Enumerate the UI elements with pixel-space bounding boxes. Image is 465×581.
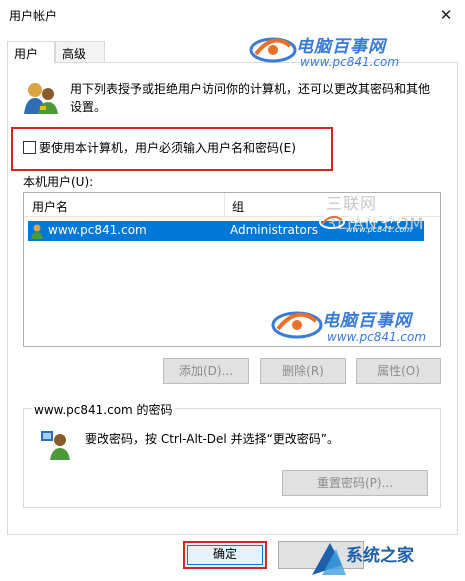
column-divider[interactable] [224, 193, 225, 217]
remove-button[interactable]: 删除(R) [260, 358, 346, 384]
require-login-label[interactable]: 要使用本计算机，用户必须输入用户名和密码(E) [39, 139, 296, 156]
watermark-xitong: 系统之家 [346, 546, 414, 566]
users-list-label: 本机用户(U): [23, 175, 94, 189]
tab-users-label: 用户 [14, 47, 39, 61]
pc841-logo-icon-2 [271, 311, 323, 339]
tab-users[interactable]: 用户 [7, 41, 55, 64]
pc841-small-logo-icon [319, 215, 345, 229]
reset-password-button[interactable]: 重置密码(P)... [282, 470, 428, 496]
properties-button[interactable]: 属性(O) [356, 358, 441, 384]
user-password-icon [41, 431, 70, 460]
description-text: 用下列表授予或拒绝用户访问你的计算机，还可以更改其密码和其他设置。 [70, 82, 431, 114]
window-title: 用户帐户 [9, 9, 58, 23]
pc841-logo-icon [249, 37, 297, 63]
title-bar: 用户帐户 ✕ [0, 0, 465, 32]
watermark-site-url: www.pc841.com [300, 55, 400, 69]
row-username: www.pc841.com [48, 223, 147, 237]
close-button[interactable]: ✕ [433, 4, 459, 26]
tab-advanced[interactable]: 高级 [55, 41, 105, 63]
users-icon [24, 83, 58, 114]
watermark-site-url-2: www.pc841.com [327, 330, 427, 344]
ok-label: 确定 [212, 547, 237, 561]
row-group: Administrators [230, 223, 319, 237]
column-header-username[interactable]: 用户名 [32, 198, 68, 215]
tab-advanced-label: 高级 [62, 47, 87, 61]
user-icon [31, 224, 43, 239]
watermark-site-title: 电脑百事网 [296, 37, 386, 57]
watermark-site-title-2: 电脑百事网 [322, 311, 412, 331]
add-button[interactable]: 添加(D)... [163, 358, 249, 384]
password-instructions: 要改密码，按 Ctrl-Alt-Del 并选择“更改密码”。 [85, 432, 340, 446]
watermark-small-url: www.pc841.com [346, 225, 413, 234]
ok-button[interactable]: 确定 [183, 541, 267, 569]
watermark-small-title: 电脑百事网 [346, 212, 401, 225]
password-group-title: www.pc841.com 的密码 [32, 401, 175, 418]
column-header-group[interactable]: 组 [232, 198, 244, 215]
require-login-checkbox[interactable] [23, 141, 36, 154]
